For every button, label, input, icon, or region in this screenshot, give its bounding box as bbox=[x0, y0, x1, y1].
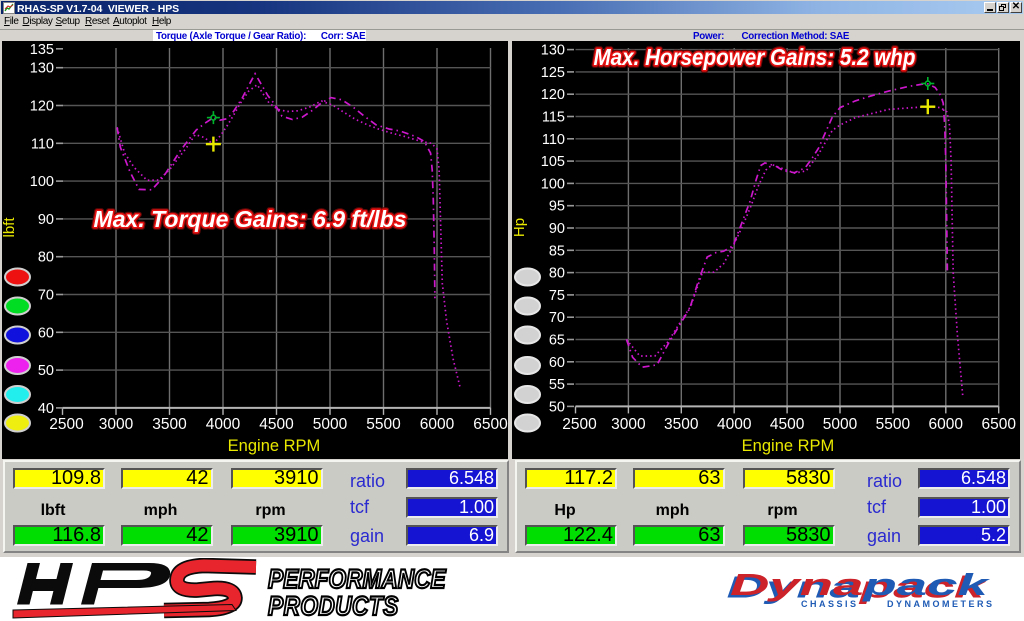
svg-text:6000: 6000 bbox=[420, 416, 455, 433]
svg-text:85: 85 bbox=[549, 243, 565, 259]
svg-text:40: 40 bbox=[38, 401, 54, 417]
svg-text:75: 75 bbox=[549, 288, 565, 304]
svg-text:5000: 5000 bbox=[823, 416, 858, 433]
svg-text:2500: 2500 bbox=[562, 416, 597, 433]
svg-text:105: 105 bbox=[541, 154, 565, 170]
svg-text:50: 50 bbox=[38, 363, 54, 379]
svg-text:5500: 5500 bbox=[366, 416, 401, 433]
svg-text:55: 55 bbox=[549, 377, 565, 393]
svg-text:70: 70 bbox=[549, 310, 565, 326]
svg-text:115: 115 bbox=[542, 110, 565, 126]
svg-text:110: 110 bbox=[542, 132, 565, 148]
svg-text:3000: 3000 bbox=[99, 416, 134, 433]
svg-text:60: 60 bbox=[549, 355, 565, 371]
svg-text:Hp: Hp bbox=[512, 218, 528, 237]
svg-text:65: 65 bbox=[549, 333, 565, 349]
svg-text:90: 90 bbox=[38, 212, 54, 228]
svg-text:Max. Torque Gains: 6.9 ft/lbs: Max. Torque Gains: 6.9 ft/lbs bbox=[94, 206, 407, 232]
svg-text:90: 90 bbox=[549, 221, 565, 237]
svg-text:80: 80 bbox=[38, 250, 54, 266]
svg-text:4500: 4500 bbox=[770, 416, 805, 433]
svg-text:4000: 4000 bbox=[717, 416, 752, 433]
svg-text:Engine RPM: Engine RPM bbox=[228, 437, 321, 455]
svg-text:120: 120 bbox=[541, 87, 565, 103]
svg-text:3000: 3000 bbox=[611, 416, 646, 433]
svg-text:130: 130 bbox=[541, 43, 565, 59]
svg-text:Max. Horsepower Gains: 5.2 wh: Max. Horsepower Gains: 5.2 whp bbox=[594, 44, 916, 70]
svg-text:6500: 6500 bbox=[473, 416, 508, 433]
svg-text:100: 100 bbox=[30, 174, 54, 190]
svg-text:125: 125 bbox=[541, 65, 565, 81]
svg-text:4000: 4000 bbox=[206, 416, 241, 433]
svg-text:lbft: lbft bbox=[2, 217, 18, 238]
svg-text:3500: 3500 bbox=[664, 416, 699, 433]
svg-text:6500: 6500 bbox=[981, 416, 1016, 433]
svg-text:2500: 2500 bbox=[49, 416, 84, 433]
svg-text:Engine RPM: Engine RPM bbox=[742, 437, 835, 455]
svg-text:100: 100 bbox=[541, 176, 565, 192]
svg-text:3500: 3500 bbox=[152, 416, 187, 433]
svg-text:110: 110 bbox=[31, 136, 54, 152]
svg-text:60: 60 bbox=[38, 325, 54, 341]
svg-text:6000: 6000 bbox=[929, 416, 964, 433]
svg-text:80: 80 bbox=[549, 266, 565, 282]
svg-text:5000: 5000 bbox=[313, 416, 348, 433]
svg-text:120: 120 bbox=[30, 99, 54, 115]
svg-text:135: 135 bbox=[30, 42, 54, 58]
svg-text:95: 95 bbox=[549, 199, 565, 215]
svg-text:70: 70 bbox=[38, 288, 54, 304]
svg-text:5500: 5500 bbox=[876, 416, 911, 433]
svg-text:4500: 4500 bbox=[259, 416, 294, 433]
svg-text:130: 130 bbox=[30, 61, 54, 77]
svg-text:50: 50 bbox=[549, 399, 565, 415]
